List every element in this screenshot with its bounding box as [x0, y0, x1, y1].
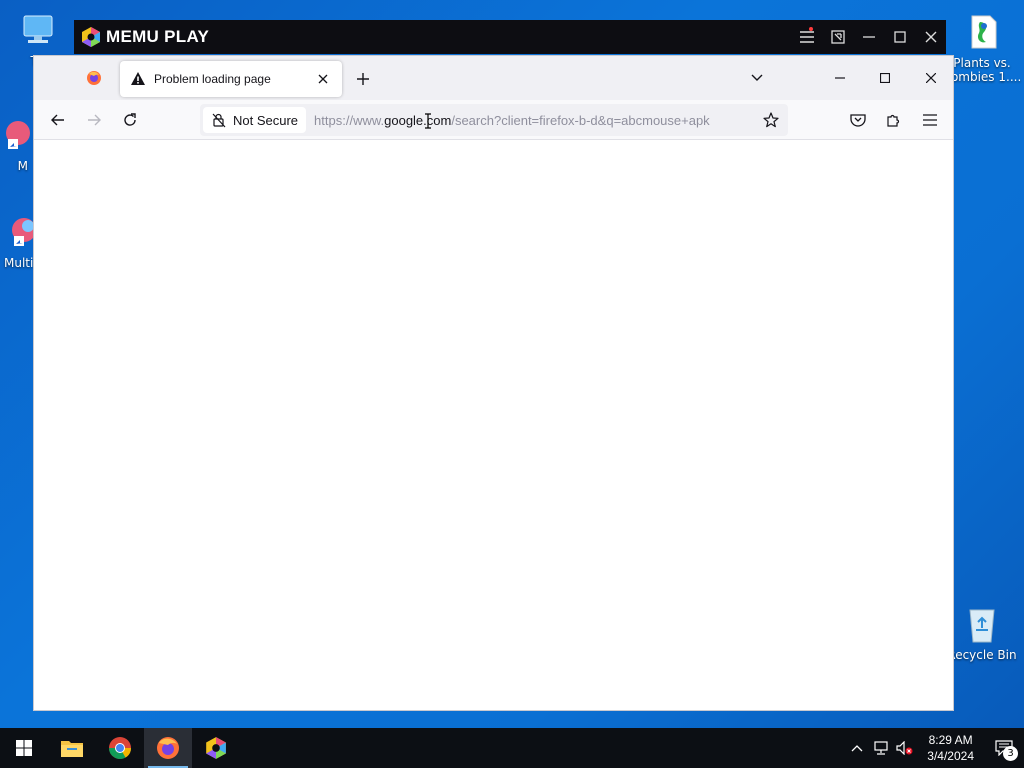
- forward-arrow-icon: [88, 114, 101, 126]
- chevron-up-icon: [851, 745, 863, 752]
- pocket-icon: [850, 114, 866, 127]
- chevron-down-icon: [751, 74, 763, 81]
- extensions-button[interactable]: [880, 106, 908, 134]
- taskbar-clock[interactable]: 8:29 AM 3/4/2024: [917, 732, 984, 764]
- bookmark-button[interactable]: [760, 109, 782, 131]
- clock-date: 3/4/2024: [927, 749, 974, 763]
- show-hidden-icons-button[interactable]: [845, 728, 869, 768]
- memu-minimize-button[interactable]: [853, 20, 884, 54]
- taskbar-memu[interactable]: [192, 728, 240, 768]
- firefox-icon: [157, 737, 179, 759]
- memu-title: MEMU PLAY: [106, 27, 210, 46]
- clock-time: 8:29 AM: [928, 733, 973, 747]
- warning-icon: [131, 72, 145, 85]
- tab-title: Problem loading page: [154, 72, 271, 86]
- tab-close-button[interactable]: [314, 70, 332, 88]
- keymap-icon: [830, 30, 845, 44]
- list-all-tabs-button[interactable]: [746, 67, 768, 89]
- memu-close-button[interactable]: [915, 20, 946, 54]
- notification-count-badge: 3: [1003, 746, 1018, 761]
- reload-icon: [124, 113, 136, 126]
- volume-muted-icon: [896, 741, 913, 755]
- memu-maximize-button[interactable]: [884, 20, 915, 54]
- taskbar-chrome[interactable]: [96, 728, 144, 768]
- network-button[interactable]: [869, 728, 893, 768]
- back-arrow-icon: [51, 114, 64, 126]
- firefox-window: Problem loading page Not Secure https://…: [33, 55, 954, 711]
- maximize-icon: [880, 73, 890, 83]
- memu-menu-button[interactable]: [791, 20, 822, 54]
- text-cursor-icon: [424, 113, 432, 133]
- taskbar-firefox[interactable]: [144, 728, 192, 768]
- close-icon: [926, 73, 936, 83]
- back-button[interactable]: [44, 106, 72, 134]
- minimize-icon: [835, 77, 845, 79]
- menu-icon: [799, 31, 814, 43]
- window-minimize-button[interactable]: [825, 64, 855, 92]
- not-secure-label: Not Secure: [233, 112, 299, 128]
- start-button[interactable]: [0, 728, 48, 768]
- url-text[interactable]: https://www.google.com/search?client=fir…: [314, 113, 754, 128]
- site-security-indicator[interactable]: Not Secure: [203, 107, 307, 133]
- system-tray: 8:29 AM 3/4/2024 3: [845, 728, 1024, 768]
- volume-button[interactable]: [893, 728, 917, 768]
- window-close-button[interactable]: [916, 64, 946, 92]
- action-center-button[interactable]: 3: [984, 728, 1024, 768]
- memu-title-bar[interactable]: MEMU PLAY: [74, 20, 946, 54]
- app-menu-button[interactable]: [916, 106, 944, 134]
- url-path: /search?client=firefox-b-d&q=abcmouse+ap…: [451, 112, 710, 128]
- taskbar-file-explorer[interactable]: [48, 728, 96, 768]
- firefox-tab-icon: [87, 71, 101, 85]
- close-icon: [925, 31, 936, 43]
- puzzle-icon: [887, 114, 900, 127]
- url-bar[interactable]: Not Secure https://www.google.com/search…: [200, 104, 788, 136]
- memu-logo-icon: [82, 27, 100, 47]
- network-icon: [874, 741, 888, 755]
- taskbar: 8:29 AM 3/4/2024 3: [0, 728, 1024, 768]
- plus-icon: [357, 73, 369, 85]
- memu-shortcut-icon: [0, 115, 36, 155]
- insecure-lock-icon: [212, 113, 226, 128]
- memu-icon: [206, 737, 226, 759]
- tab-bar: Problem loading page: [34, 56, 953, 100]
- plants-vs-zombies-icon: [962, 12, 1002, 52]
- recycle-bin-icon: [962, 604, 1002, 644]
- navigation-toolbar: Not Secure https://www.google.com/search…: [34, 100, 953, 140]
- window-maximize-button[interactable]: [870, 64, 900, 92]
- this-pc-icon: [18, 10, 58, 50]
- file-explorer-icon: [61, 741, 83, 757]
- forward-button[interactable]: [80, 106, 108, 134]
- start-icon: [16, 740, 32, 756]
- maximize-icon: [893, 31, 906, 43]
- chrome-icon: [109, 737, 131, 759]
- new-tab-button[interactable]: [352, 68, 374, 90]
- tab-problem-loading[interactable]: Problem loading page: [120, 61, 342, 97]
- memu-keymap-button[interactable]: [822, 20, 853, 54]
- notification-dot: [809, 27, 813, 31]
- url-domain: google.com: [384, 112, 452, 128]
- url-prefix: https://www.: [314, 112, 385, 128]
- pinned-firefox-tab[interactable]: [74, 60, 114, 96]
- reload-button[interactable]: [116, 106, 144, 134]
- pocket-button[interactable]: [844, 106, 872, 134]
- minimize-icon: [862, 36, 875, 38]
- close-icon: [318, 74, 328, 84]
- memu-logo: MEMU PLAY: [80, 26, 209, 48]
- star-icon: [763, 112, 779, 128]
- hamburger-menu-icon: [923, 114, 937, 126]
- page-content[interactable]: [34, 140, 953, 710]
